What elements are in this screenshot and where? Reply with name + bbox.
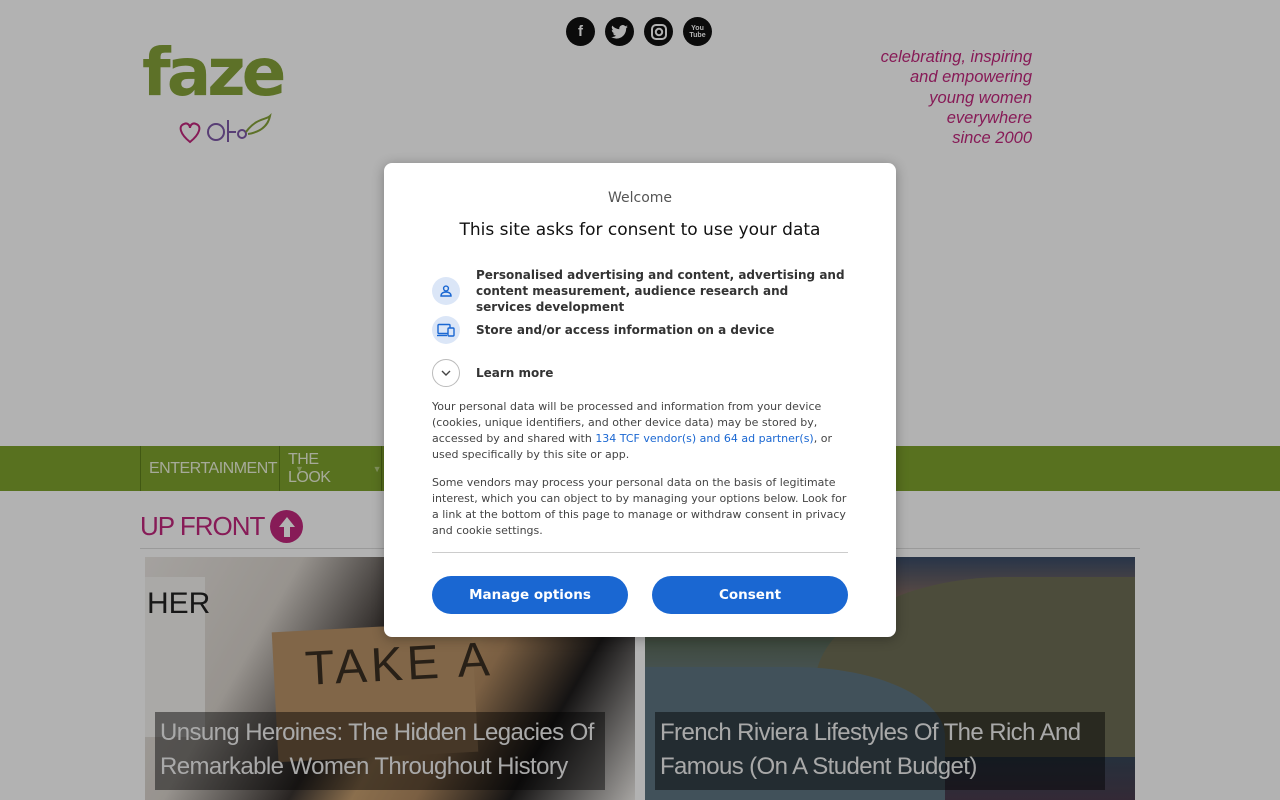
purpose-item: Personalised advertising and content, ad…: [432, 267, 846, 315]
consent-button[interactable]: Consent: [652, 576, 848, 614]
learn-more-toggle[interactable]: Learn more: [432, 359, 846, 387]
vendors-link[interactable]: 134 TCF vendor(s) and 64 ad partner(s): [595, 432, 813, 445]
devices-icon: [432, 316, 460, 344]
consent-paragraph: Your personal data will be processed and…: [432, 399, 848, 463]
learn-more-label[interactable]: Learn more: [476, 365, 846, 381]
consent-dialog: Welcome This site asks for consent to us…: [384, 163, 896, 637]
consent-paragraph: Some vendors may process your personal d…: [432, 476, 847, 537]
dialog-title: This site asks for consent to use your d…: [459, 220, 821, 240]
person-icon: [432, 277, 460, 305]
manage-options-button[interactable]: Manage options: [432, 576, 628, 614]
dialog-welcome: Welcome: [607, 190, 673, 206]
dialog-divider: [432, 552, 848, 553]
purpose-label: Store and/or access information on a dev…: [476, 323, 775, 337]
purpose-item: Store and/or access information on a dev…: [432, 316, 846, 344]
purpose-label: Personalised advertising and content, ad…: [476, 268, 845, 314]
chevron-down-icon[interactable]: [432, 359, 460, 387]
